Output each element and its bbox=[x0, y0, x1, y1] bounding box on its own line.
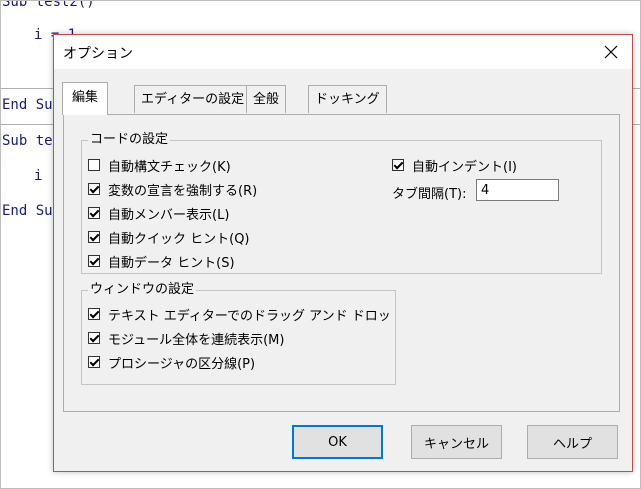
checkbox-label: 変数の宣言を強制する(R) bbox=[108, 183, 258, 199]
checkbox-label: テキスト エディターでのドラッグ アンド ドロップ(D bbox=[108, 308, 390, 324]
checkbox-auto-quick-info[interactable]: 自動クイック ヒント(Q) bbox=[88, 228, 250, 247]
checkbox-require-variable-declaration[interactable]: 変数の宣言を強制する(R) bbox=[88, 180, 258, 199]
checkbox-auto-list-members[interactable]: 自動メンバー表示(L) bbox=[88, 204, 230, 223]
checkbox-box[interactable] bbox=[88, 308, 100, 320]
checkbox-label: 自動インデント(I) bbox=[412, 159, 517, 175]
checkbox-label: 自動メンバー表示(L) bbox=[108, 207, 230, 223]
tab-interval-input[interactable] bbox=[476, 179, 559, 201]
cancel-button[interactable]: キャンセル bbox=[411, 425, 502, 459]
checkbox-auto-data-tips[interactable]: 自動データ ヒント(S) bbox=[88, 252, 235, 271]
close-icon bbox=[604, 45, 618, 59]
close-button[interactable] bbox=[590, 35, 632, 69]
tab-interval-label: タブ間隔(T): bbox=[392, 187, 467, 202]
checkbox-procedure-separator[interactable]: プロシージャの区分線(P) bbox=[88, 353, 256, 372]
dialog-title: オプション bbox=[63, 46, 133, 62]
tab-editor-settings[interactable]: エディターの設定 bbox=[134, 85, 252, 113]
checkbox-box[interactable] bbox=[88, 255, 100, 267]
help-button[interactable]: ヘルプ bbox=[527, 425, 618, 459]
ok-button[interactable]: OK bbox=[292, 425, 383, 459]
checkbox-full-module-view[interactable]: モジュール全体を連続表示(M) bbox=[88, 329, 285, 348]
checkbox-drag-and-drop[interactable]: テキスト エディターでのドラッグ アンド ドロップ(D bbox=[88, 305, 390, 323]
checkbox-box[interactable] bbox=[88, 207, 100, 219]
options-dialog: オプション 編集 エディターの設定 全般 ドッキング コードの設定 自動構文チェ… bbox=[53, 34, 633, 472]
checkbox-box[interactable] bbox=[88, 159, 100, 171]
checkbox-box[interactable] bbox=[88, 356, 100, 368]
checkbox-auto-indent[interactable]: 自動インデント(I) bbox=[392, 156, 517, 175]
group-title: コードの設定 bbox=[88, 132, 171, 148]
tab-edit[interactable]: 編集 bbox=[62, 82, 109, 115]
checkbox-auto-syntax-check[interactable]: 自動構文チェック(K) bbox=[88, 156, 231, 175]
tab-general[interactable]: 全般 bbox=[246, 85, 287, 113]
checkbox-label: 自動構文チェック(K) bbox=[108, 159, 231, 175]
checkbox-box[interactable] bbox=[88, 231, 100, 243]
checkbox-label: 自動クイック ヒント(Q) bbox=[108, 231, 250, 247]
checkbox-box[interactable] bbox=[392, 159, 404, 171]
checkbox-label: モジュール全体を連続表示(M) bbox=[108, 332, 285, 348]
group-title: ウィンドウの設定 bbox=[88, 282, 197, 298]
checkbox-label: 自動データ ヒント(S) bbox=[108, 255, 235, 271]
tab-docking[interactable]: ドッキング bbox=[308, 85, 387, 113]
checkbox-label: プロシージャの区分線(P) bbox=[108, 356, 256, 372]
dialog-titlebar[interactable]: オプション bbox=[54, 35, 632, 69]
code-settings-group: コードの設定 自動構文チェック(K) 変数の宣言を強制する(R) 自動メンバー表… bbox=[81, 132, 602, 274]
window-settings-group: ウィンドウの設定 テキスト エディターでのドラッグ アンド ドロップ(D モジュ… bbox=[81, 282, 396, 385]
checkbox-box[interactable] bbox=[88, 183, 100, 195]
tab-page-edit: コードの設定 自動構文チェック(K) 変数の宣言を強制する(R) 自動メンバー表… bbox=[63, 114, 620, 412]
checkbox-box[interactable] bbox=[88, 332, 100, 344]
